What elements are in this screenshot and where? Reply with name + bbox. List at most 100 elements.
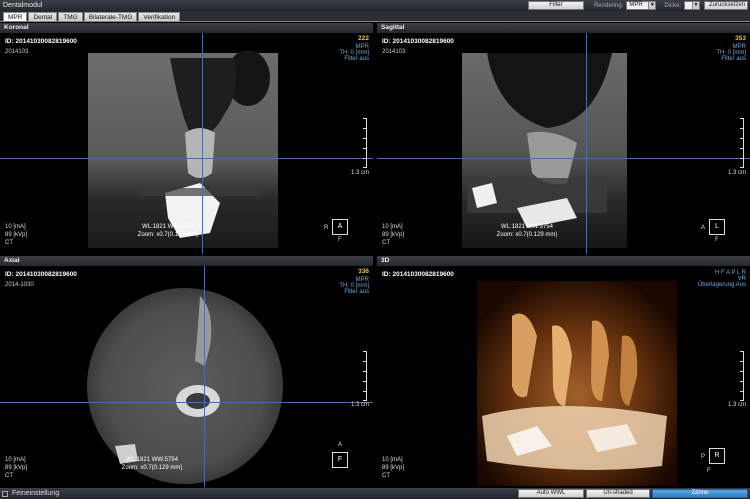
sagittal-viewport[interactable]: Sagittal ID: 20141030082819600 2014103 3… [377,23,750,254]
3d-volume-render [477,281,677,486]
acquisition-info: 10 [mA] 89 [kVp] CT [382,456,404,480]
crosshair-vertical[interactable] [202,33,203,254]
panel-title: Sagittal [377,23,750,33]
modality: CT [382,473,390,479]
filter-info: Filter aus [344,56,369,62]
tab-bar: MPR Dental TMG Bilaterale-TMG Verifikati… [0,11,750,22]
orientation-left: R [324,225,329,231]
teeth-button[interactable]: Zähne [652,489,748,498]
panel-title: Axial [0,256,373,266]
scale-ruler [738,351,744,401]
tube-current: 10 [mA] [382,224,403,230]
axial-ct-image [87,288,283,484]
zoom-info: Zoom: x0.7(0.129 mm) [137,232,199,238]
coronal-viewport[interactable]: Koronal ID: 20141030082819600 2014103 22… [0,23,373,254]
scale-label: 1.3 cm [727,170,746,176]
orientation-cube[interactable]: R [709,448,725,464]
orientation-bottom: F [715,237,719,243]
patient-id: ID: 20141030082819600 [5,271,77,278]
3d-viewport[interactable]: 3D ID: 20141030082819600 H F A P L R VR … [377,256,750,487]
view-info: MPR TH: 0 [mm] Filter aus [339,44,369,62]
tube-current: 10 [mA] [5,224,26,230]
zoom-info: Zoom: x0.7(0.129 mm) [121,465,183,471]
slice-number: 336 [358,268,369,275]
window-level-info: WL:1821 WW:5754 Zoom: x0.7(0.129 mm) [477,223,577,239]
tab-dental[interactable]: Dental [28,12,58,21]
slice-number: 222 [358,35,369,42]
orientation-bottom: F [707,468,711,474]
crosshair-vertical[interactable] [204,266,205,487]
thickness-label: Dicke: [664,2,681,9]
modality: CT [5,473,13,479]
rendering-label: Rendering: [593,2,624,9]
orientation-bottom: F [338,237,342,243]
sagittal-ct-image [462,53,627,248]
tube-current: 10 [mA] [5,457,26,463]
tube-voltage: 89 [kVp] [382,232,405,238]
tab-tmg[interactable]: TMG [58,12,83,21]
scale-label: 1.3 cm [727,402,746,408]
reset-button[interactable]: Zurücksetzen [704,1,748,10]
scale-label: 1.3 cm [350,402,369,408]
auto-wwl-button[interactable]: Auto WWL [518,489,584,498]
tab-mpr[interactable]: MPR [3,12,28,21]
slice-number: 353 [735,35,746,42]
scale-label: 1.3 cm [350,170,369,176]
view-info: MPR TH: 0 [mm] Filter aus [339,277,369,295]
chevron-down-icon: ▼ [648,2,656,9]
tab-bilateral-tmg[interactable]: Bilaterale-TMG [83,12,138,21]
acquisition-info: 10 [mA] 89 [kVp] CT [5,223,27,247]
patient-id: ID: 20141030082819600 [382,271,454,278]
tab-verification[interactable]: Verifikation [138,12,181,21]
app-title: Dentalmodul [3,2,43,9]
tube-voltage: 89 [kVp] [5,232,28,238]
window-level: WL:1821 WW:5754 [142,224,194,230]
rendering-select[interactable]: MPR ▼ [626,1,657,10]
orientation-left: P [701,454,706,460]
orientation-left: A [701,225,706,231]
chevron-down-icon: ▼ [692,2,699,9]
filter-info: Filter aus [721,56,746,62]
coronal-ct-image [88,50,278,248]
orientation-cube[interactable]: L [709,219,725,235]
bottom-toolbar: Feineinstellung Auto WWL Un-shaded Zähne [0,488,750,499]
tube-voltage: 89 [kVp] [382,465,405,471]
panel-title: Koronal [0,23,373,33]
modality: CT [5,240,13,246]
modality: CT [382,240,390,246]
crosshair-horizontal[interactable] [377,158,750,159]
patient-id: ID: 20141030082819600 [5,38,77,45]
top-toolbar: Dentalmodul Filter Rendering: MPR ▼ Dick… [0,0,750,11]
tube-current: 10 [mA] [382,457,403,463]
acquisition-info: 10 [mA] 89 [kVp] CT [5,456,27,480]
study-date: 2014-1030 [5,282,34,288]
window-level-info: WL:1821 WW:5754 Zoom: x0.7(0.129 mm) [102,456,202,472]
window-level-info: WL:1821 WW:5754 Zoom: x0.7(0.129 mm) [118,223,218,239]
overlay-info: Überlagerung Aus [697,282,746,288]
scale-ruler [361,118,367,168]
filter-info: Filter aus [344,289,369,295]
study-date: 2014103 [5,49,29,55]
acquisition-info: 10 [mA] 89 [kVp] CT [382,223,404,247]
window-level: WL:1821 WW:5754 [501,224,553,230]
unshaded-button[interactable]: Un-shaded [586,489,650,498]
panel-title: 3D [377,256,750,266]
crosshair-horizontal[interactable] [0,402,373,403]
thickness-select[interactable]: ▼ [684,1,700,10]
zoom-info: Zoom: x0.7(0.129 mm) [496,232,558,238]
crosshair-horizontal[interactable] [0,158,373,159]
scale-ruler [738,118,744,168]
crosshair-vertical[interactable] [586,33,587,254]
orientation-top: A [338,442,343,448]
filter-button[interactable]: Filter [527,1,584,10]
study-date: 2014103 [382,49,406,55]
orientation-cube[interactable]: A [332,219,348,235]
view-info: MPR TH: 0 [mm] Filter aus [716,44,746,62]
axial-viewport[interactable]: Axial ID: 20141030082819600 2014-1030 33… [0,256,373,487]
patient-id: ID: 20141030082819600 [382,38,454,45]
view-info: H F A P L R VR Überlagerung Aus [698,270,746,288]
orientation-cube[interactable]: F [332,452,348,468]
fine-adjustment-label[interactable]: Feineinstellung [8,490,59,497]
tube-voltage: 89 [kVp] [5,465,28,471]
window-level: WL:1821 WW:5754 [126,457,178,463]
